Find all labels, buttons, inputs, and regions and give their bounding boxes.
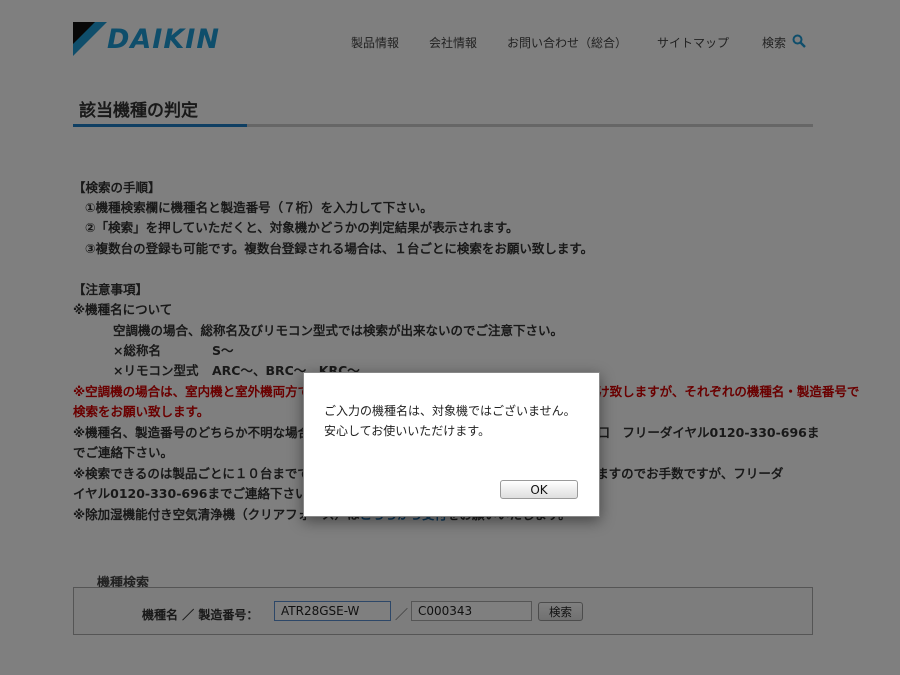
dialog-message-line: 安心してお使いいただけます。 xyxy=(324,424,491,438)
modal-overlay xyxy=(0,0,900,675)
ok-button[interactable]: OK xyxy=(500,480,578,499)
dialog-message-line: ご入力の機種名は、対象機ではございません。 xyxy=(324,404,576,418)
alert-dialog: ご入力の機種名は、対象機ではございません。 安心してお使いいただけます。 OK xyxy=(303,372,600,517)
dialog-message: ご入力の機種名は、対象機ではございません。 安心してお使いいただけます。 xyxy=(324,401,576,441)
